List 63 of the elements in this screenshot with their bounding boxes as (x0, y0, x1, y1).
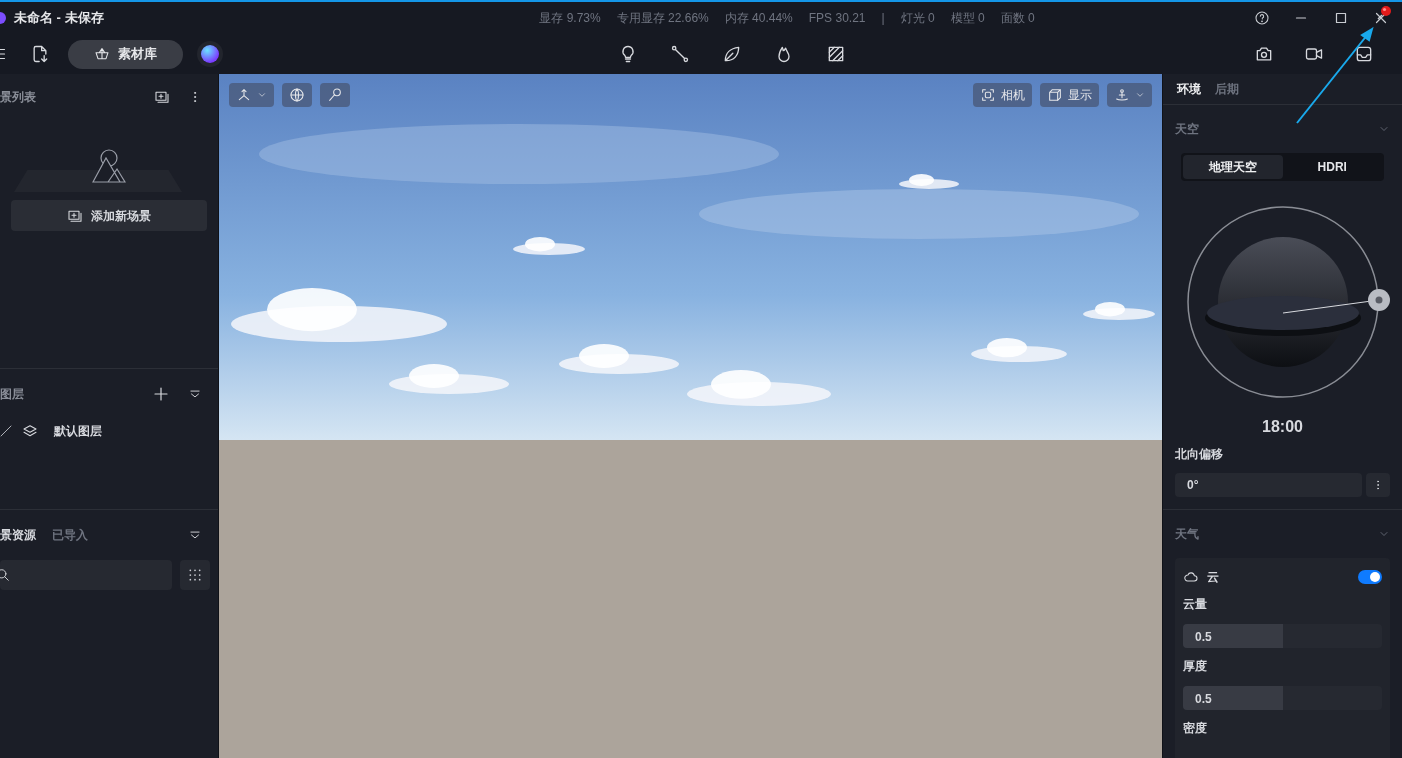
stat-text: FPS 30.21 (808, 10, 866, 27)
panel-tab[interactable]: 环境 (1177, 80, 1201, 98)
panel-tab[interactable]: 后期 (1215, 80, 1239, 98)
field-label: 厚度 (1183, 658, 1208, 675)
section-title: 天空 (1175, 121, 1199, 138)
stat-text: 面数 0 (1000, 10, 1035, 27)
help-icon[interactable] (1254, 10, 1270, 26)
search-field[interactable] (0, 560, 172, 590)
input-field[interactable]: 0° (1175, 473, 1362, 497)
inbox-icon[interactable] (1354, 44, 1374, 64)
axis-icon[interactable] (236, 87, 252, 103)
view-mode-button[interactable] (1107, 83, 1152, 107)
slider-track[interactable]: 0.5 (1183, 686, 1382, 710)
sky-mode-tab[interactable]: HDRI (1282, 155, 1382, 179)
app-logo-icon (0, 12, 6, 24)
window-title: 未命名 - 未保存 (14, 9, 104, 28)
line-tool-icon[interactable] (670, 44, 690, 64)
globe-button[interactable] (282, 83, 312, 107)
sky-mode-tab[interactable]: 地理天空 (1183, 155, 1283, 179)
globe-icon[interactable] (289, 87, 305, 103)
sun-icon[interactable] (1368, 289, 1390, 311)
cube-icon[interactable] (1047, 87, 1063, 103)
slider-value: 0.5 (1194, 692, 1212, 706)
pin-icon (1376, 5, 1392, 21)
stat-text: 专用显存 22.66% (616, 10, 709, 27)
panel-title: 景列表 (0, 89, 36, 106)
avatar-icon[interactable] (201, 45, 219, 63)
panel-tab[interactable]: 景资源 (0, 526, 36, 544)
layer-item[interactable]: 默认图层 (54, 422, 102, 440)
camera-button[interactable]: 相机 (973, 83, 1032, 107)
brush-button[interactable] (320, 83, 350, 107)
panel-tab[interactable]: 已导入 (52, 526, 88, 544)
transform-button[interactable] (229, 83, 274, 107)
stat-text: 内存 40.44% (724, 10, 793, 27)
slider-value: 0.5 (1194, 630, 1212, 644)
library-button[interactable]: 素材库 (68, 39, 183, 69)
grid-view-button[interactable] (180, 560, 210, 590)
display-button[interactable]: 显示 (1040, 83, 1099, 107)
stat-text: 显存 9.73% (539, 10, 601, 27)
section-title: 天气 (1175, 526, 1199, 543)
separator: | (881, 10, 885, 27)
field-label: 密度 (1183, 720, 1208, 737)
add-icon[interactable] (152, 385, 170, 403)
stat-text: 灯光 0 (900, 10, 935, 27)
leaf-icon[interactable] (722, 44, 742, 64)
toggle-switch[interactable] (1358, 570, 1382, 584)
cloud-icon[interactable] (1183, 569, 1199, 585)
boat-icon[interactable] (94, 46, 110, 62)
field-label: 云量 (1183, 596, 1208, 613)
slash-icon[interactable] (0, 425, 12, 437)
focus-icon[interactable] (980, 87, 996, 103)
time-label: 18:00 (1262, 418, 1303, 435)
stat-text: 模型 0 (950, 10, 985, 27)
grid-icon[interactable] (188, 568, 202, 582)
material-icon[interactable] (826, 44, 846, 64)
layers-icon[interactable] (22, 423, 38, 439)
field-label: 北向偏移 (1175, 446, 1224, 463)
slider-track[interactable]: 0.5 (1183, 624, 1382, 648)
add-scene-button[interactable]: 添加新场景 (11, 200, 207, 231)
panel-title: 图层 (0, 386, 24, 403)
add-scene-icon[interactable] (154, 89, 170, 105)
search-icon[interactable] (0, 568, 10, 582)
cloud-label: 云 (1207, 569, 1219, 586)
